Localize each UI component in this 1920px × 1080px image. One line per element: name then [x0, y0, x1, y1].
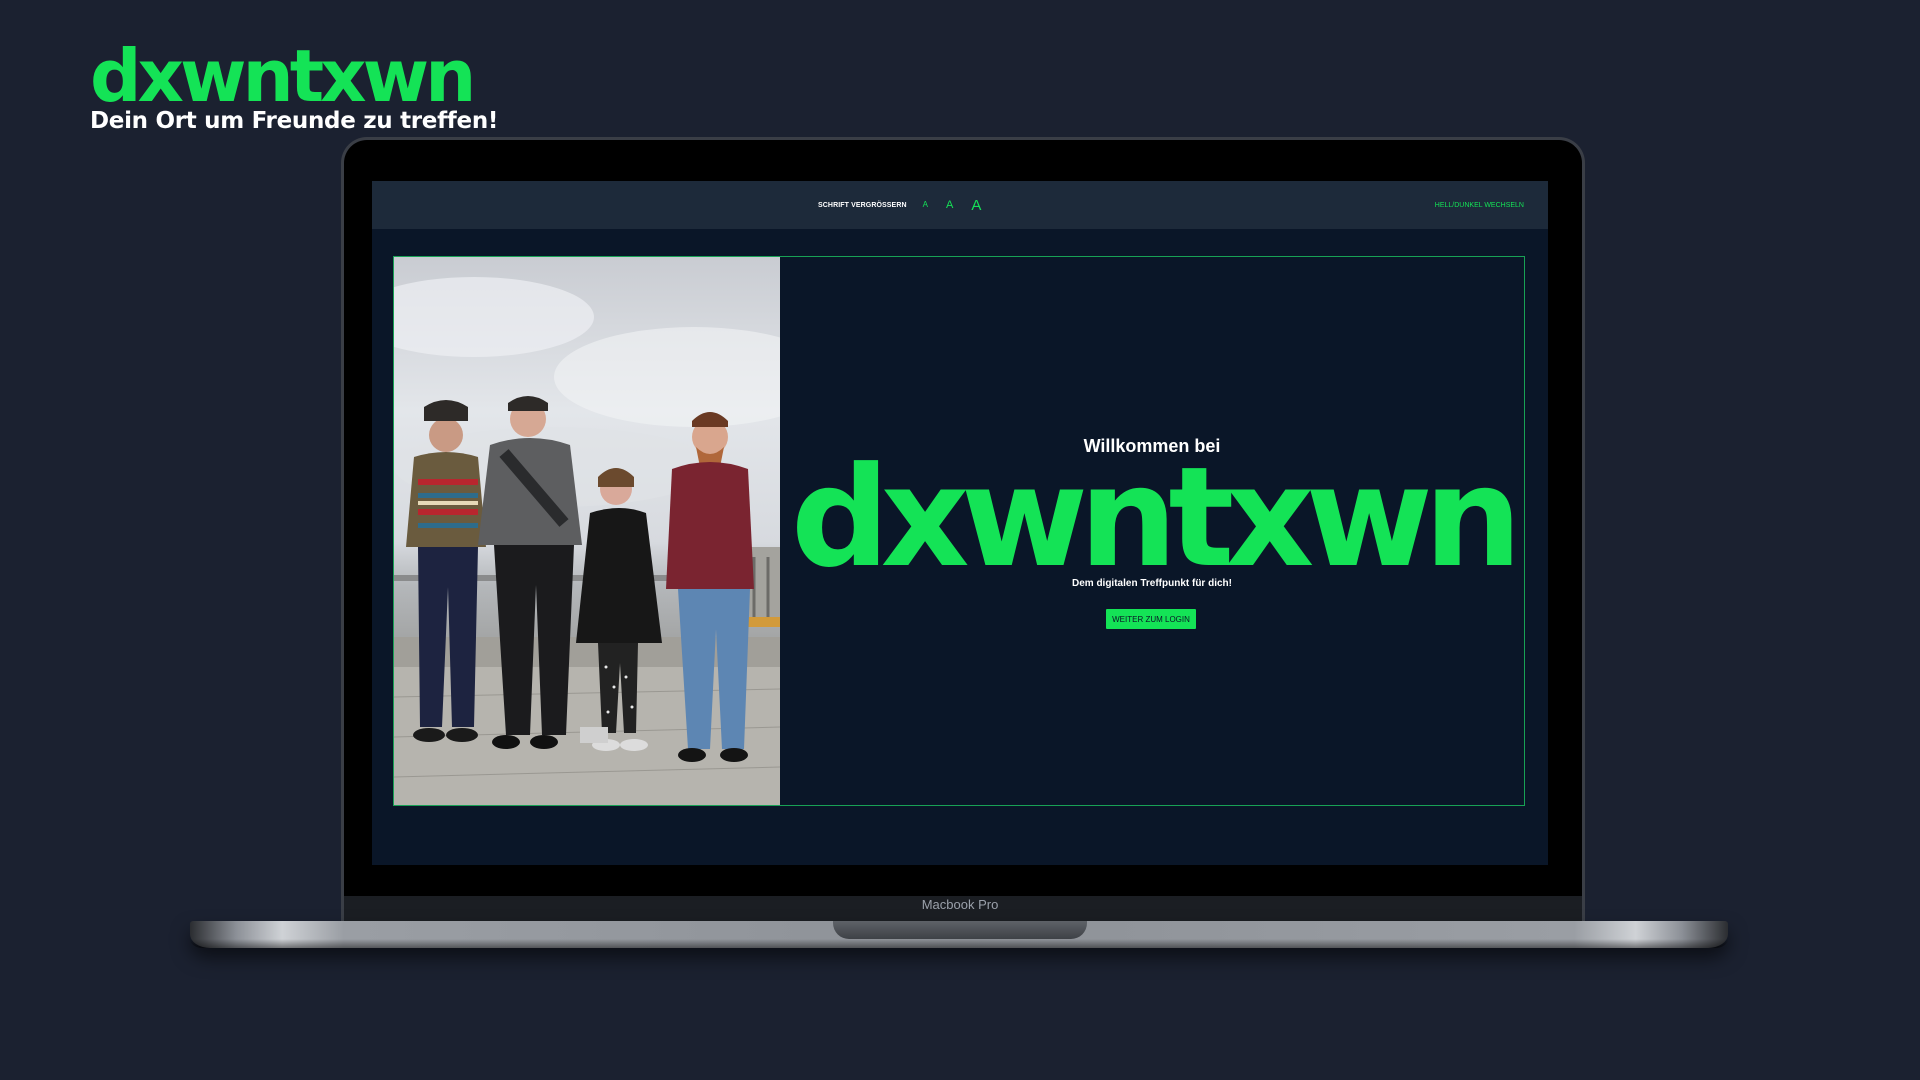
- hero-logo: dxwntxwn: [790, 437, 1522, 598]
- login-button[interactable]: WEITER ZUM LOGIN: [1106, 609, 1196, 629]
- brand-logo: dxwntxwn: [90, 34, 476, 118]
- hero-section: Willkommen bei dxwntxwn Dem digitalen Tr…: [393, 256, 1525, 806]
- laptop-notch: [833, 921, 1087, 939]
- hero-content: Willkommen bei dxwntxwn Dem digitalen Tr…: [780, 257, 1524, 805]
- font-size-large-button[interactable]: A: [971, 198, 981, 213]
- laptop-screen: SCHRIFT VERGRÖSSERN A A A HELL/DUNKEL WE…: [372, 181, 1548, 865]
- hero-photo: [394, 257, 780, 805]
- people-illustration: [394, 277, 780, 805]
- accessibility-topbar: SCHRIFT VERGRÖSSERN A A A HELL/DUNKEL WE…: [372, 181, 1548, 229]
- theme-toggle-button[interactable]: HELL/DUNKEL WECHSELN: [1435, 181, 1524, 229]
- font-size-medium-button[interactable]: A: [946, 199, 953, 211]
- font-size-label: SCHRIFT VERGRÖSSERN: [818, 201, 907, 209]
- font-size-small-button[interactable]: A: [923, 201, 928, 209]
- font-size-controls: SCHRIFT VERGRÖSSERN A A A: [818, 181, 981, 229]
- brand-tagline: Dein Ort um Freunde zu treffen!: [90, 108, 499, 134]
- device-label: Macbook Pro: [921, 897, 999, 912]
- hero-subtitle: Dem digitalen Treffpunkt für dich!: [1071, 578, 1232, 589]
- brand-header: dxwntxwn Dein Ort um Freunde zu treffen!: [90, 40, 498, 134]
